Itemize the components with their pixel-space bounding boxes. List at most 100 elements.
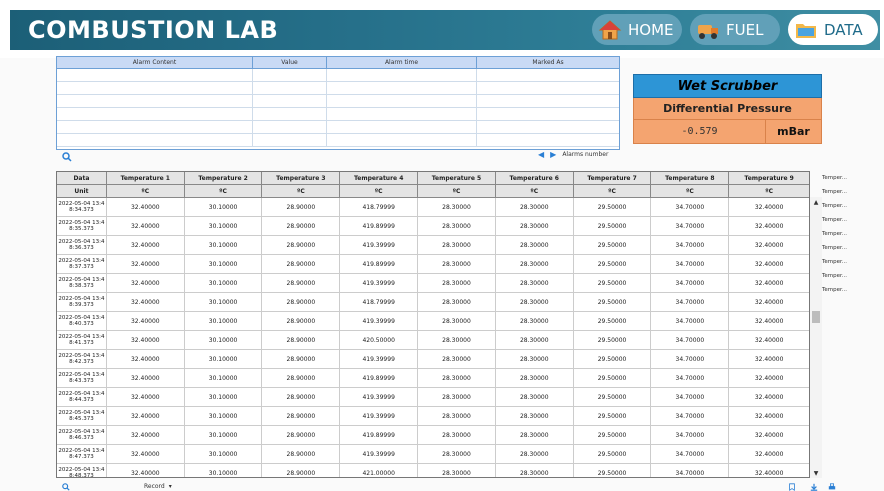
table-row[interactable]: 2022-05-04 13:4 8:39.373 32.40000 30.10000 2… [57, 293, 809, 312]
table-row[interactable]: 2022-05-04 13:4 8:47.373 32.40000 30.10000 2… [57, 445, 809, 464]
col-header[interactable]: Data [57, 172, 107, 184]
alarm-row[interactable] [57, 82, 619, 95]
alarm-col-marked[interactable]: Marked As [477, 57, 619, 68]
legend-item[interactable]: Temper... [822, 185, 882, 199]
alarm-col-content[interactable]: Alarm Content [57, 57, 253, 68]
legend-item[interactable]: Temper... [822, 171, 882, 185]
timestamp-cell: 2022-05-04 13:4 8:34.373 [57, 198, 107, 216]
value-cell: 419.89999 [340, 369, 419, 387]
chevron-down-icon: ▾ [168, 483, 172, 490]
legend-item[interactable]: Temper... [822, 269, 882, 283]
legend-item[interactable]: Temper... [822, 255, 882, 269]
col-header[interactable]: Temperature 9 [729, 172, 809, 184]
value-cell: 28.30000 [496, 312, 574, 330]
value-cell: 28.30000 [496, 369, 574, 387]
value-cell: 32.40000 [754, 412, 784, 420]
timestamp-cell: 2022-05-04 13:4 8:42.373 [57, 350, 107, 368]
value-cell: 419.39999 [340, 236, 419, 254]
table-row[interactable]: 2022-05-04 13:4 8:34.373 32.40000 30.10000 2… [57, 198, 809, 217]
timestamp-cell: 2022-05-04 13:4 8:38.373 [57, 274, 107, 292]
legend-item[interactable]: Temper... [822, 227, 882, 241]
col-header[interactable]: Temperature 2 [185, 172, 263, 184]
table-row[interactable]: 2022-05-04 13:4 8:40.373 32.40000 30.10000 2… [57, 312, 809, 331]
table-row[interactable]: 2022-05-04 13:4 8:48.373 32.40000 30.10000 2… [57, 464, 809, 478]
value-cell: 32.40000 [107, 350, 185, 368]
table-row[interactable]: 2022-05-04 13:4 8:38.373 32.40000 30.10000 2… [57, 274, 809, 293]
combustion-lab-screen: { "app": { "title": "COMBUSTION LAB" }, … [0, 0, 884, 491]
table-row[interactable]: 2022-05-04 13:4 8:41.373 32.40000 30.10000 2… [57, 331, 809, 350]
table-search-icon[interactable] [62, 483, 70, 491]
legend-item[interactable]: Temper... [822, 199, 882, 213]
value-cell: 28.90000 [262, 312, 341, 330]
table-unit-row: Unit ºC ºC ºC ºC ºC ºC ºC ºC ºC [57, 185, 809, 198]
col-header[interactable]: Temperature 5 [418, 172, 496, 184]
table-row[interactable]: 2022-05-04 13:4 8:46.373 32.40000 30.10000 2… [57, 426, 809, 445]
col-header[interactable]: Temperature 3 [262, 172, 341, 184]
value-cell: 28.90000 [262, 369, 341, 387]
col-header[interactable]: Temperature 7 [574, 172, 652, 184]
value-cell: 28.30000 [418, 464, 496, 477]
value-cell: 34.70000 [651, 388, 730, 406]
legend-item[interactable]: Temper... [822, 213, 882, 227]
timestamp-line: 8:43.373 [69, 378, 94, 384]
fuel-button[interactable]: FUEL [690, 14, 780, 45]
timestamp-line: 8:48.373 [69, 473, 94, 478]
alarm-row[interactable] [57, 95, 619, 108]
table-vertical-scrollbar[interactable]: ▲ ▼ [810, 197, 822, 478]
timestamp-line: 8:40.373 [69, 321, 94, 327]
col-header[interactable]: Temperature 6 [496, 172, 574, 184]
value-cell: 28.30000 [496, 388, 574, 406]
value-cell: 28.90000 [262, 255, 341, 273]
value-cell: 28.30000 [496, 274, 574, 292]
alarm-rows [57, 69, 619, 147]
alarm-row[interactable] [57, 134, 619, 147]
timestamp-cell: 2022-05-04 13:4 8:44.373 [57, 388, 107, 406]
timestamp-line: 8:39.373 [69, 302, 94, 308]
temperature-data-table[interactable]: Data Temperature 1 Temperature 2 Tempera… [56, 171, 810, 478]
table-row[interactable]: 2022-05-04 13:4 8:42.373 32.40000 30.10000 2… [57, 350, 809, 369]
table-row[interactable]: 2022-05-04 13:4 8:35.373 32.40000 30.10000 2… [57, 217, 809, 236]
value-cell: 28.30000 [418, 350, 496, 368]
home-button[interactable]: HOME [592, 14, 682, 45]
download-icon[interactable] [810, 483, 818, 491]
table-row[interactable]: 2022-05-04 13:4 8:36.373 32.40000 30.10000 2… [57, 236, 809, 255]
value-cell: 29.50000 [574, 369, 652, 387]
value-cell: 32.40000 [107, 331, 185, 349]
folder-icon [796, 23, 816, 38]
bookmark-icon[interactable] [788, 483, 796, 491]
alarm-table[interactable]: Alarm Content Value Alarm time Marked As [56, 56, 620, 150]
legend-item[interactable]: Temper... [822, 241, 882, 255]
value-cell: 28.30000 [418, 312, 496, 330]
table-row[interactable]: 2022-05-04 13:4 8:44.373 32.40000 30.10000 2… [57, 388, 809, 407]
value-cell: 32.40000 [754, 279, 784, 287]
table-row[interactable]: 2022-05-04 13:4 8:43.373 32.40000 30.10000 2… [57, 369, 809, 388]
value-cell: 34.70000 [651, 445, 730, 463]
table-row[interactable]: 2022-05-04 13:4 8:45.373 32.40000 30.10000 2… [57, 407, 809, 426]
alarm-col-value[interactable]: Value [253, 57, 327, 68]
alarm-row[interactable] [57, 121, 619, 134]
value-cell: 32.40000 [107, 236, 185, 254]
legend-item[interactable]: Temper... [822, 283, 882, 297]
alarm-search-icon[interactable] [62, 152, 72, 162]
record-select[interactable]: Record ▾ [144, 483, 172, 490]
last-page-icon[interactable]: ▶ [550, 150, 556, 159]
value-cell: 32.40000 [107, 407, 185, 425]
timestamp-line: 8:35.373 [69, 226, 94, 232]
value-cell: 419.89999 [340, 217, 419, 235]
print-icon[interactable] [828, 483, 836, 491]
col-header[interactable]: Temperature 8 [651, 172, 730, 184]
value-cell: 28.30000 [418, 426, 496, 444]
value-cell: 29.50000 [574, 293, 652, 311]
alarm-col-time[interactable]: Alarm time [327, 57, 477, 68]
scroll-thumb[interactable] [812, 311, 820, 323]
value-cell: 29.50000 [574, 255, 652, 273]
scroll-up-icon[interactable]: ▲ [810, 197, 822, 207]
data-button[interactable]: DATA [788, 14, 878, 45]
scroll-down-icon[interactable]: ▼ [810, 468, 822, 478]
col-header[interactable]: Temperature 1 [107, 172, 185, 184]
first-page-icon[interactable]: ◀ [538, 150, 544, 159]
table-row[interactable]: 2022-05-04 13:4 8:37.373 32.40000 30.10000 2… [57, 255, 809, 274]
alarm-row[interactable] [57, 69, 619, 82]
col-header[interactable]: Temperature 4 [340, 172, 419, 184]
alarm-row[interactable] [57, 108, 619, 121]
